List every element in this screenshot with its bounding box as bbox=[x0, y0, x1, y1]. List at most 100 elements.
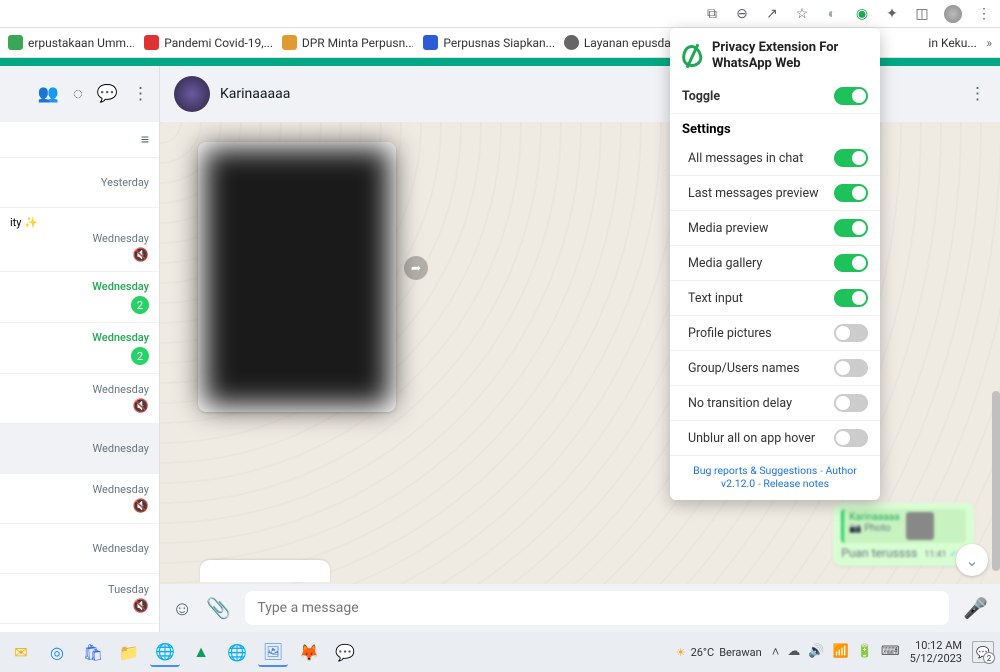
filter-icon[interactable]: ≡ bbox=[141, 131, 149, 148]
privacy-extension-popup: Privacy Extension For WhatsApp Web Toggl… bbox=[670, 28, 880, 500]
setting-label: Unblur all on app hover bbox=[688, 431, 815, 446]
contact-avatar[interactable] bbox=[174, 76, 210, 112]
setting-toggle[interactable] bbox=[834, 394, 868, 412]
bookmark-item[interactable]: DPR Minta Perpusn... bbox=[282, 35, 414, 50]
taskbar-photos[interactable]: 🖼 bbox=[258, 637, 288, 667]
setting-label: Profile pictures bbox=[688, 326, 772, 341]
bookmark-item[interactable]: erpustakaan Umm... bbox=[8, 35, 134, 50]
chat-list-item[interactable]: Wednesday bbox=[0, 424, 159, 474]
star-icon[interactable]: ☆ bbox=[794, 6, 810, 22]
extension-a-icon[interactable]: ◐ bbox=[824, 6, 840, 22]
taskbar-explorer[interactable]: 📁 bbox=[114, 637, 144, 667]
notification-center[interactable]: 💬2 bbox=[972, 641, 994, 663]
profile-avatar-icon[interactable] bbox=[944, 5, 962, 23]
taskbar-edge[interactable]: ◎ bbox=[42, 637, 72, 667]
master-toggle[interactable] bbox=[834, 87, 868, 105]
chat-list-item[interactable]: Yesterday bbox=[0, 158, 159, 208]
chat-list-item[interactable]: Wednesday2 bbox=[0, 272, 159, 323]
setting-label: No transition delay bbox=[688, 396, 792, 411]
chat-list-item[interactable]: Tuesday🔇 bbox=[0, 574, 159, 624]
setting-label: All messages in chat bbox=[688, 151, 803, 166]
toggle-label: Toggle bbox=[682, 89, 720, 104]
extension-setting-row: Profile pictures bbox=[670, 316, 880, 351]
tray-chevron-icon[interactable]: ˄ bbox=[772, 644, 780, 660]
open-external-icon[interactable]: ⧉ bbox=[704, 6, 720, 22]
setting-toggle[interactable] bbox=[834, 149, 868, 167]
extension-setting-row: No transition delay bbox=[670, 386, 880, 421]
setting-toggle[interactable] bbox=[834, 359, 868, 377]
taskbar-store[interactable]: 🛍 bbox=[78, 637, 108, 667]
release-notes-link[interactable]: Release notes bbox=[763, 477, 829, 490]
author-link[interactable]: Author bbox=[825, 464, 856, 477]
volume-icon[interactable]: 🔊 bbox=[808, 644, 824, 660]
onedrive-icon[interactable]: ☁ bbox=[787, 644, 800, 660]
extension-setting-row: Last messages preview bbox=[670, 176, 880, 211]
taskbar-mail[interactable]: ✉ bbox=[6, 637, 36, 667]
chat-list-item[interactable]: ity ✨Wednesday🔇 bbox=[0, 208, 159, 272]
extension-setting-row: Text input bbox=[670, 281, 880, 316]
share-icon[interactable]: ↗ bbox=[764, 6, 780, 22]
scroll-down-button[interactable]: ⌄ bbox=[956, 544, 988, 576]
taskbar-chrome[interactable]: 🌐 bbox=[150, 637, 180, 667]
chat-list-item[interactable]: Wednesday🔇 bbox=[0, 374, 159, 424]
system-tray[interactable]: ˄ ☁ 🔊 📶 🔋 ⌨ bbox=[772, 644, 900, 660]
extension-logo-icon bbox=[682, 45, 702, 67]
privacy-ext-icon[interactable]: ◉ bbox=[854, 6, 870, 22]
bookmarks-overflow[interactable]: » bbox=[986, 36, 992, 50]
setting-toggle[interactable] bbox=[834, 219, 868, 237]
settings-heading: Settings bbox=[670, 114, 880, 141]
media-message[interactable] bbox=[198, 142, 396, 412]
setting-toggle[interactable] bbox=[834, 289, 868, 307]
forward-icon[interactable]: ➦ bbox=[404, 256, 428, 280]
taskbar-chrome2[interactable]: 🌐 bbox=[222, 637, 252, 667]
bookmark-item[interactable]: Perpusnas Siapkan... bbox=[423, 35, 554, 50]
communities-icon[interactable]: 👥 bbox=[38, 84, 59, 104]
emoji-icon[interactable]: ☺ bbox=[172, 596, 192, 621]
browser-toolbar: ⧉ ⊖ ↗ ☆ ◐ ◉ ✦ ◫ ⋮ bbox=[0, 0, 1000, 28]
bookmark-item[interactable]: in Keku... bbox=[928, 36, 976, 50]
extension-setting-row: Media gallery bbox=[670, 246, 880, 281]
setting-toggle[interactable] bbox=[834, 324, 868, 342]
chat-list-item[interactable]: Wednesday2 bbox=[0, 323, 159, 374]
setting-toggle[interactable] bbox=[834, 254, 868, 272]
chat-list-item[interactable]: Wednesday🔇 bbox=[0, 474, 159, 524]
attach-icon[interactable]: 📎 bbox=[206, 596, 231, 620]
windows-taskbar: ✉ ◎ 🛍 📁 🌐 ▲ 🌐 🖼 🦊 💬 ☀ 26°C Berawan ˄ ☁ 🔊… bbox=[0, 632, 1000, 672]
scrollbar[interactable] bbox=[992, 391, 1000, 571]
battery-icon[interactable]: 🔋 bbox=[857, 644, 873, 660]
message-input-row: ☺ 📎 🎤 bbox=[160, 584, 1000, 632]
blurred-media bbox=[204, 148, 390, 406]
extensions-icon[interactable]: ✦ bbox=[884, 6, 900, 22]
chat-menu-icon[interactable]: ⋮ bbox=[969, 84, 986, 104]
message-input[interactable] bbox=[245, 591, 949, 625]
menu-icon[interactable]: ⋮ bbox=[132, 84, 149, 104]
taskbar-weather[interactable]: ☀ 26°C Berawan bbox=[676, 646, 762, 659]
sidepanel-icon[interactable]: ◫ bbox=[914, 6, 930, 22]
extension-setting-row: Group/Users names bbox=[670, 351, 880, 386]
new-chat-icon[interactable]: 💬 bbox=[97, 84, 118, 104]
chat-list-item[interactable]: Wednesday bbox=[0, 524, 159, 574]
taskbar-drive[interactable]: ▲ bbox=[186, 637, 216, 667]
contact-name[interactable]: Karinaaaaa bbox=[220, 86, 290, 102]
kebab-menu-icon[interactable]: ⋮ bbox=[976, 6, 992, 22]
sidebar-header: 👥 ◌ 💬 ⋮ bbox=[0, 66, 159, 122]
setting-toggle[interactable] bbox=[834, 429, 868, 447]
setting-toggle[interactable] bbox=[834, 184, 868, 202]
mic-icon[interactable]: 🎤 bbox=[963, 596, 988, 620]
wifi-icon[interactable]: 📶 bbox=[833, 644, 849, 660]
setting-label: Media preview bbox=[688, 221, 768, 236]
extension-setting-row: All messages in chat bbox=[670, 141, 880, 176]
setting-label: Media gallery bbox=[688, 256, 762, 271]
zoom-icon[interactable]: ⊖ bbox=[734, 6, 750, 22]
taskbar-whatsapp[interactable]: 💬 bbox=[330, 637, 360, 667]
chat-list[interactable]: Yesterdayity ✨Wednesday🔇Wednesday2Wednes… bbox=[0, 158, 159, 632]
bookmark-item[interactable]: Pandemi Covid-19,... bbox=[144, 35, 272, 50]
taskbar-clock[interactable]: 10:12 AM 5/12/2023 bbox=[910, 639, 962, 665]
setting-label: Text input bbox=[688, 291, 743, 306]
search-row: ≡ bbox=[0, 122, 159, 158]
bugs-link[interactable]: Bug reports & Suggestions bbox=[693, 464, 817, 477]
language-icon[interactable]: ⌨ bbox=[881, 644, 900, 660]
taskbar-firefox[interactable]: 🦊 bbox=[294, 637, 324, 667]
outgoing-message[interactable]: Karinaaaaa 📷 Photo Puan terussss 11:41 ✓… bbox=[833, 503, 974, 566]
status-icon[interactable]: ◌ bbox=[73, 84, 83, 104]
